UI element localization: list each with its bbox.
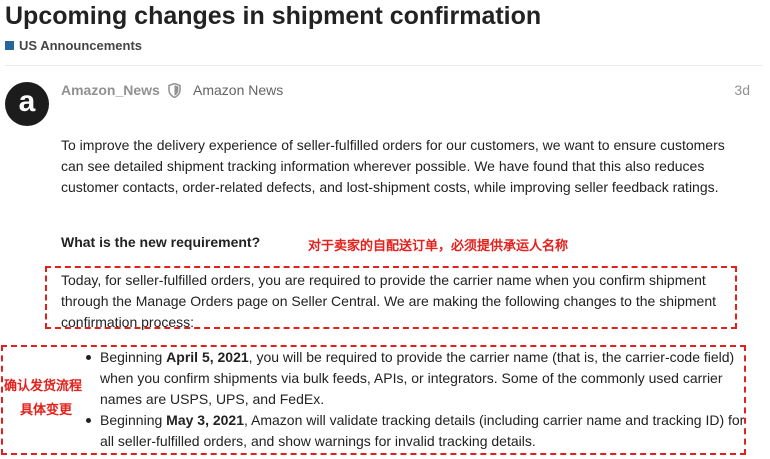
bullet-prefix: Beginning (100, 412, 167, 428)
bullet-date: May 3, 2021 (166, 412, 245, 428)
title-divider (5, 65, 762, 66)
annotation-left-note-line1: 确认发货流程 (4, 379, 83, 394)
bullet-dot (86, 418, 91, 423)
username-link[interactable]: Amazon_News (61, 82, 160, 98)
avatar-letter: a (18, 85, 36, 118)
category-badge[interactable]: US Announcements (5, 38, 142, 53)
annotation-left-note-line2: 具体变更 (20, 403, 73, 418)
list-item: Beginning May 3, 2021, Amazon will valid… (86, 410, 750, 452)
category-color-swatch (5, 41, 14, 50)
post-date[interactable]: 3d (734, 82, 750, 98)
list-item: Beginning April 5, 2021, you will be req… (86, 347, 750, 410)
changes-list: Beginning April 5, 2021, you will be req… (86, 347, 750, 452)
user-full-name: Amazon News (193, 82, 284, 98)
today-paragraph: Today, for seller-fulfilled orders, you … (61, 272, 717, 330)
bullet-dot (86, 355, 91, 360)
intro-paragraph: To improve the delivery experience of se… (61, 137, 725, 195)
shield-icon (168, 83, 181, 98)
bullet-date: April 5, 2021 (166, 349, 249, 365)
avatar[interactable]: a (5, 82, 49, 126)
bullet-prefix: Beginning (100, 349, 167, 365)
topic-title: Upcoming changes in shipment confirmatio… (5, 2, 542, 30)
annotation-heading-note: 对于卖家的自配送订单，必须提供承运人名称 (308, 239, 569, 254)
category-label: US Announcements (19, 38, 143, 53)
section-heading: What is the new requirement? (61, 234, 261, 250)
